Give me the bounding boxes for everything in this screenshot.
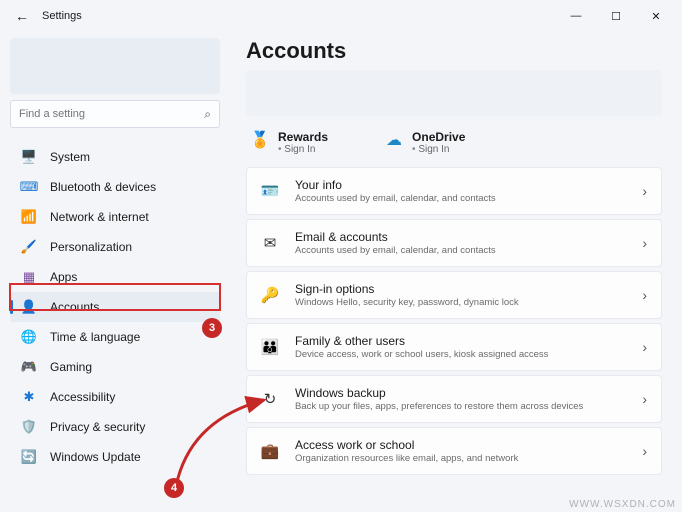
card-work-school[interactable]: 💼 Access work or school Organization res… <box>246 427 662 475</box>
card-title: Email & accounts <box>295 230 642 244</box>
card-title: Family & other users <box>295 334 642 348</box>
apps-icon: ▦ <box>20 268 38 286</box>
privacy-icon: 🛡️ <box>20 418 38 436</box>
chevron-right-icon: › <box>642 183 647 199</box>
time-language-icon: 🌐 <box>20 328 38 346</box>
card-windows-backup[interactable]: ↻ Windows backup Back up your files, app… <box>246 375 662 423</box>
back-button[interactable]: ← <box>6 0 38 32</box>
sidebar: ⌕ 🖥️ System ⌨ Bluetooth & devices 📶 Network… <box>0 32 228 512</box>
sidebar-item-privacy[interactable]: 🛡️ Privacy & security <box>10 412 220 442</box>
sidebar-item-label: Privacy & security <box>50 420 145 434</box>
sidebar-item-label: Personalization <box>50 240 132 254</box>
bluetooth-icon: ⌨ <box>20 178 38 196</box>
sidebar-item-label: Accounts <box>50 300 99 314</box>
main-panel: Accounts 🏅 Rewards Sign In ☁ OneDrive Si… <box>228 32 682 512</box>
onedrive-link[interactable]: ☁ OneDrive Sign In <box>384 130 465 155</box>
card-email-accounts[interactable]: ✉ Email & accounts Accounts used by emai… <box>246 219 662 267</box>
family-icon: 👪 <box>259 336 281 358</box>
profile-block[interactable] <box>10 38 220 94</box>
card-desc: Back up your files, apps, preferences to… <box>295 401 642 412</box>
sidebar-item-accessibility[interactable]: ✱ Accessibility <box>10 382 220 412</box>
minimize-icon: — <box>571 10 582 22</box>
sidebar-nav: 🖥️ System ⌨ Bluetooth & devices 📶 Network &… <box>10 142 220 472</box>
card-title: Sign-in options <box>295 282 642 296</box>
your-info-icon: 🪪 <box>259 180 281 202</box>
card-desc: Accounts used by email, calendar, and co… <box>295 245 642 256</box>
close-button[interactable]: ✕ <box>636 2 676 30</box>
sidebar-item-gaming[interactable]: 🎮 Gaming <box>10 352 220 382</box>
windows-update-icon: 🔄 <box>20 448 38 466</box>
page-title: Accounts <box>246 38 662 64</box>
sidebar-item-label: Apps <box>50 270 77 284</box>
rewards-icon: 🏅 <box>250 132 270 148</box>
onedrive-icon: ☁ <box>384 132 404 148</box>
card-signin-options[interactable]: 🔑 Sign-in options Windows Hello, securit… <box>246 271 662 319</box>
search-box[interactable]: ⌕ <box>10 100 220 128</box>
sidebar-item-network[interactable]: 📶 Network & internet <box>10 202 220 232</box>
gaming-icon: 🎮 <box>20 358 38 376</box>
sidebar-item-label: Network & internet <box>50 210 149 224</box>
card-desc: Windows Hello, security key, password, d… <box>295 297 642 308</box>
top-links: 🏅 Rewards Sign In ☁ OneDrive Sign In <box>246 126 662 167</box>
chevron-right-icon: › <box>642 339 647 355</box>
sidebar-item-label: Bluetooth & devices <box>50 180 156 194</box>
onedrive-signin[interactable]: Sign In <box>412 144 465 155</box>
accessibility-icon: ✱ <box>20 388 38 406</box>
backup-icon: ↻ <box>259 388 281 410</box>
sidebar-item-windows-update[interactable]: 🔄 Windows Update <box>10 442 220 472</box>
chevron-right-icon: › <box>642 287 647 303</box>
sidebar-item-label: System <box>50 150 90 164</box>
accounts-icon: 👤 <box>20 298 38 316</box>
sidebar-item-bluetooth[interactable]: ⌨ Bluetooth & devices <box>10 172 220 202</box>
minimize-button[interactable]: — <box>556 2 596 30</box>
sidebar-item-label: Gaming <box>50 360 92 374</box>
window-controls: — ☐ ✕ <box>556 2 676 30</box>
chevron-right-icon: › <box>642 443 647 459</box>
card-your-info[interactable]: 🪪 Your info Accounts used by email, cale… <box>246 167 662 215</box>
back-arrow-icon: ← <box>15 8 29 24</box>
sidebar-item-system[interactable]: 🖥️ System <box>10 142 220 172</box>
annotation-badge-3: 3 <box>202 318 222 338</box>
sidebar-item-time-language[interactable]: 🌐 Time & language <box>10 322 220 352</box>
sidebar-item-personalization[interactable]: 🖌️ Personalization <box>10 232 220 262</box>
sidebar-item-label: Accessibility <box>50 390 115 404</box>
account-hero[interactable] <box>246 70 662 116</box>
card-desc: Accounts used by email, calendar, and co… <box>295 193 642 204</box>
onedrive-label: OneDrive <box>412 130 465 144</box>
sidebar-item-label: Windows Update <box>50 450 141 464</box>
sidebar-item-label: Time & language <box>50 330 140 344</box>
search-icon: ⌕ <box>204 107 211 122</box>
rewards-link[interactable]: 🏅 Rewards Sign In <box>250 130 328 155</box>
chevron-right-icon: › <box>642 235 647 251</box>
card-title: Access work or school <box>295 438 642 452</box>
network-icon: 📶 <box>20 208 38 226</box>
search-input[interactable] <box>19 108 204 120</box>
close-icon: ✕ <box>651 10 660 23</box>
card-desc: Organization resources like email, apps,… <box>295 453 642 464</box>
titlebar: ← Settings — ☐ ✕ <box>0 0 682 32</box>
chevron-right-icon: › <box>642 391 647 407</box>
card-family-users[interactable]: 👪 Family & other users Device access, wo… <box>246 323 662 371</box>
key-icon: 🔑 <box>259 284 281 306</box>
sidebar-item-apps[interactable]: ▦ Apps <box>10 262 220 292</box>
card-title: Your info <box>295 178 642 192</box>
annotation-badge-4: 4 <box>164 478 184 498</box>
maximize-icon: ☐ <box>611 10 621 23</box>
watermark: WWW.WSXDN.COM <box>569 499 676 510</box>
maximize-button[interactable]: ☐ <box>596 2 636 30</box>
card-desc: Device access, work or school users, kio… <box>295 349 642 360</box>
window-title: Settings <box>42 10 82 22</box>
email-icon: ✉ <box>259 232 281 254</box>
system-icon: 🖥️ <box>20 148 38 166</box>
rewards-label: Rewards <box>278 130 328 144</box>
sidebar-item-accounts[interactable]: 👤 Accounts <box>10 292 220 322</box>
briefcase-icon: 💼 <box>259 440 281 462</box>
rewards-signin[interactable]: Sign In <box>278 144 328 155</box>
personalization-icon: 🖌️ <box>20 238 38 256</box>
card-title: Windows backup <box>295 386 642 400</box>
